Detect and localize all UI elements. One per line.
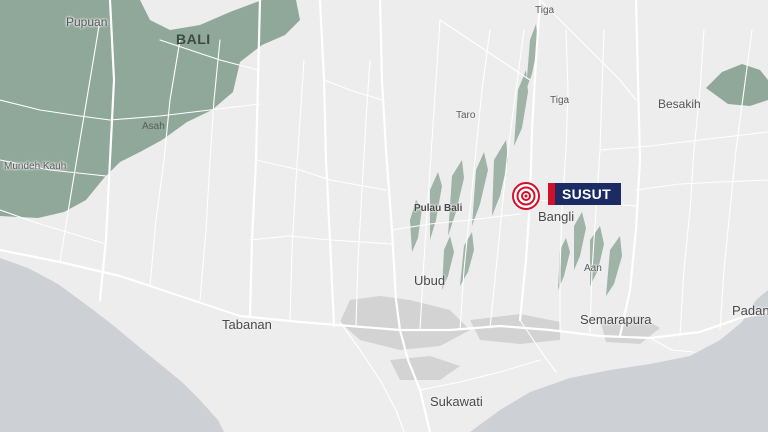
place-label-pulau-bali: Pulau Bali xyxy=(414,203,463,214)
place-label-pupuan: Pupuan xyxy=(66,15,108,29)
region-label-bali: BALI xyxy=(176,31,211,47)
place-label-besakih: Besakih xyxy=(658,97,701,111)
place-label-asah: Asah xyxy=(142,121,165,132)
place-label-semarapura: Semarapura xyxy=(580,312,652,327)
map-basemap xyxy=(0,0,768,432)
place-label-bangli: Bangli xyxy=(538,209,575,224)
place-label-tabanan: Tabanan xyxy=(222,317,272,332)
map-canvas[interactable]: Pupuan BALI Asah Mundeh Kauh Tiga Tiga T… xyxy=(0,0,768,432)
place-label-padang: Padan xyxy=(732,303,768,318)
place-label-tiga: Tiga xyxy=(550,95,570,106)
place-label-taro: Taro xyxy=(456,110,476,121)
place-label-ubud: Ubud xyxy=(414,273,446,288)
place-label-sukawati: Sukawati xyxy=(430,394,483,409)
place-label-mundeh-kauh: Mundeh Kauh xyxy=(4,161,67,172)
place-label-aan: Aan xyxy=(584,263,602,274)
earthquake-epicenter-icon[interactable] xyxy=(510,180,542,212)
place-label-tiga-north: Tiga xyxy=(535,5,555,16)
volcano-name-label[interactable]: SUSUT xyxy=(548,183,621,205)
